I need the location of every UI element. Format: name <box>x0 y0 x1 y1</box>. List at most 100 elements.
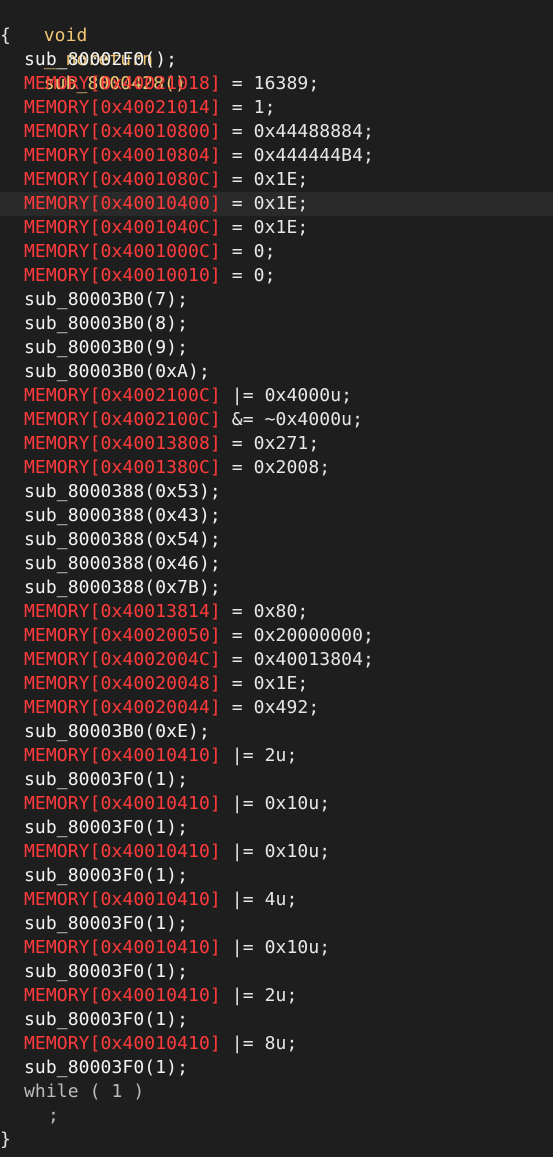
function-call: sub_80003B0(9); <box>24 337 189 358</box>
memory-assignment-line: MEMORY[0x40020048] = 0x1E; <box>0 672 553 696</box>
memory-assignment-line: MEMORY[0x4001080C] = 0x1E; <box>0 168 553 192</box>
memory-address: MEMORY[0x4001000C] <box>24 241 221 262</box>
assignment-expression: = 0x40013804; <box>220 649 374 670</box>
assignment-expression: = 16389; <box>220 73 320 94</box>
memory-address: MEMORY[0x40010410] <box>24 889 221 910</box>
assignment-expression: |= 0x10u; <box>220 841 331 862</box>
memory-address: MEMORY[0x40010410] <box>24 793 221 814</box>
code-editor[interactable]: void __noreturn sub_8000428() { sub_8000… <box>0 0 553 1152</box>
function-call-line: sub_80003F0(1); <box>0 1056 553 1080</box>
assignment-expression: |= 0x4000u; <box>220 385 353 406</box>
function-call: sub_80002F0(); <box>24 49 178 70</box>
memory-assignment-line: MEMORY[0x4002004C] = 0x40013804; <box>0 648 553 672</box>
memory-address: MEMORY[0x40010410] <box>24 937 221 958</box>
function-call-line: sub_80003B0(9); <box>0 336 553 360</box>
assignment-expression: |= 8u; <box>220 1033 298 1054</box>
while-loop: while ( 1 ) <box>24 1081 145 1102</box>
assignment-expression: |= 0x10u; <box>220 937 331 958</box>
memory-address: MEMORY[0x40020044] <box>24 697 221 718</box>
memory-assignment-line: MEMORY[0x4001040C] = 0x1E; <box>0 216 553 240</box>
function-call-line: sub_80002F0(); <box>0 48 553 72</box>
while-loop-line: while ( 1 ) <box>0 1080 553 1104</box>
memory-assignment-line: MEMORY[0x4001000C] = 0; <box>0 240 553 264</box>
loop-body-line: ; <box>0 1104 553 1128</box>
memory-assignment-line: MEMORY[0x40020050] = 0x20000000; <box>0 624 553 648</box>
function-call: sub_80003B0(7); <box>24 289 189 310</box>
function-body: sub_80002F0(); MEMORY[0x40021018] = 16389… <box>0 48 553 1128</box>
memory-assignment-line: MEMORY[0x4001380C] = 0x2008; <box>0 456 553 480</box>
memory-address: MEMORY[0x40020048] <box>24 673 221 694</box>
memory-assignment-line: MEMORY[0x40010410] |= 0x10u; <box>0 840 553 864</box>
function-call-line: sub_80003F0(1); <box>0 912 553 936</box>
assignment-expression: = 0x271; <box>220 433 320 454</box>
memory-address: MEMORY[0x40010010] <box>24 265 221 286</box>
assignment-expression: |= 0x10u; <box>220 793 331 814</box>
assignment-expression: = 0x44488884; <box>220 121 374 142</box>
memory-assignment-line: MEMORY[0x40010410] |= 4u; <box>0 888 553 912</box>
memory-assignment-line: MEMORY[0x40010410] |= 2u; <box>0 984 553 1008</box>
memory-address: MEMORY[0x4002100C] <box>24 409 221 430</box>
assignment-expression: = 0x1E; <box>220 193 309 214</box>
assignment-expression: = 0; <box>220 265 276 286</box>
memory-assignment-line: MEMORY[0x40010800] = 0x44488884; <box>0 120 553 144</box>
function-call: sub_80003F0(1); <box>24 1009 189 1030</box>
function-call: sub_80003B0(0xE); <box>24 721 210 742</box>
memory-address: MEMORY[0x40010410] <box>24 985 221 1006</box>
memory-address: MEMORY[0x40021014] <box>24 97 221 118</box>
memory-address: MEMORY[0x40020050] <box>24 625 221 646</box>
assignment-expression: = 1; <box>220 97 276 118</box>
assignment-expression: = 0x80; <box>220 601 309 622</box>
assignment-expression: = 0x492; <box>220 697 320 718</box>
function-call: sub_80003F0(1); <box>24 769 189 790</box>
memory-assignment-line: MEMORY[0x40010010] = 0; <box>0 264 553 288</box>
function-call-line: sub_8000388(0x43); <box>0 504 553 528</box>
memory-assignment-line: MEMORY[0x40020044] = 0x492; <box>0 696 553 720</box>
assignment-expression: = 0x1E; <box>220 217 309 238</box>
function-call: sub_8000388(0x54); <box>24 529 221 550</box>
memory-address: MEMORY[0x40010410] <box>24 745 221 766</box>
function-call-line: sub_80003F0(1); <box>0 1008 553 1032</box>
function-signature: void __noreturn sub_8000428() <box>0 0 553 94</box>
function-call: sub_80003F0(1); <box>24 817 189 838</box>
assignment-expression: |= 2u; <box>220 745 298 766</box>
assignment-expression: &= ~0x4000u; <box>220 409 364 430</box>
memory-address: MEMORY[0x40010410] <box>24 841 221 862</box>
function-call: sub_80003B0(8); <box>24 313 189 334</box>
memory-assignment-line: MEMORY[0x40010410] |= 0x10u; <box>0 936 553 960</box>
function-call: sub_8000388(0x46); <box>24 553 221 574</box>
function-call: sub_80003F0(1); <box>24 961 189 982</box>
function-call-line: sub_80003B0(0xE); <box>0 720 553 744</box>
function-call: sub_8000388(0x43); <box>24 505 221 526</box>
function-call-line: sub_80003B0(8); <box>0 312 553 336</box>
function-call-line: sub_80003F0(1); <box>0 768 553 792</box>
assignment-expression: = 0x444444B4; <box>220 145 374 166</box>
assignment-expression: = 0x2008; <box>220 457 331 478</box>
assignment-expression: |= 4u; <box>220 889 298 910</box>
open-brace: { <box>0 25 11 46</box>
memory-assignment-line: MEMORY[0x4002100C] &= ~0x4000u; <box>0 408 553 432</box>
assignment-expression: = 0x1E; <box>220 673 309 694</box>
memory-address: MEMORY[0x4002004C] <box>24 649 221 670</box>
memory-address: MEMORY[0x40010400] <box>24 193 221 214</box>
function-call-line: sub_80003B0(7); <box>0 288 553 312</box>
memory-address: MEMORY[0x4001380C] <box>24 457 221 478</box>
function-call: sub_8000388(0x7B); <box>24 577 221 598</box>
function-call: sub_80003B0(0xA); <box>24 361 210 382</box>
memory-address: MEMORY[0x40013814] <box>24 601 221 622</box>
memory-assignment-line: MEMORY[0x40013814] = 0x80; <box>0 600 553 624</box>
memory-address: MEMORY[0x40021018] <box>24 73 221 94</box>
assignment-expression: = 0x1E; <box>220 169 309 190</box>
function-call-line: sub_8000388(0x46); <box>0 552 553 576</box>
function-call: sub_80003F0(1); <box>24 913 189 934</box>
memory-address: MEMORY[0x40010410] <box>24 1033 221 1054</box>
empty-statement: ; <box>48 1105 59 1126</box>
function-call-line: sub_8000388(0x7B); <box>0 576 553 600</box>
memory-assignment-line: MEMORY[0x40021014] = 1; <box>0 96 553 120</box>
memory-assignment-line: MEMORY[0x40010410] |= 0x10u; <box>0 792 553 816</box>
memory-address: MEMORY[0x4001040C] <box>24 217 221 238</box>
function-call: sub_80003F0(1); <box>24 1057 189 1078</box>
memory-address: MEMORY[0x40010800] <box>24 121 221 142</box>
function-call-line: sub_80003F0(1); <box>0 960 553 984</box>
assignment-expression: = 0x20000000; <box>220 625 374 646</box>
memory-assignment-line: MEMORY[0x40010410] |= 8u; <box>0 1032 553 1056</box>
